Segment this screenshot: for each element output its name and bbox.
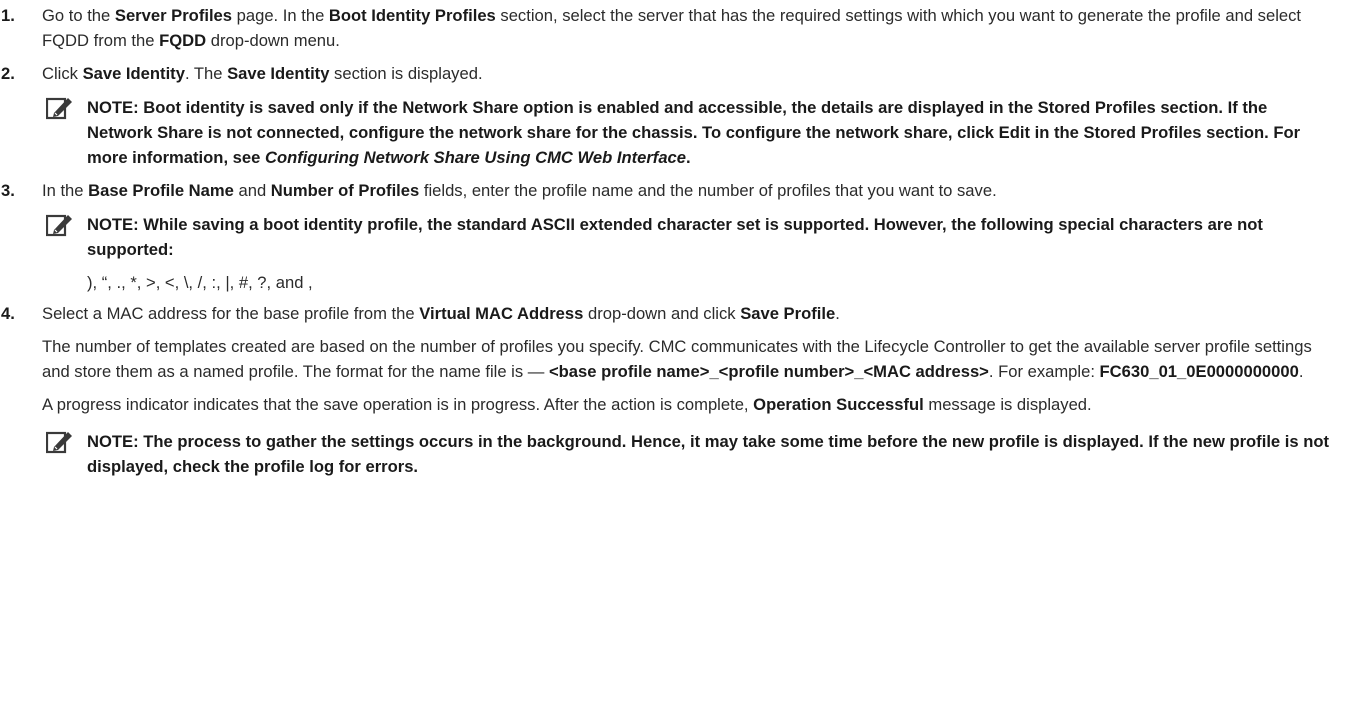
ui-label: Base Profile Name — [88, 181, 234, 200]
ui-label: Save Identity — [82, 64, 185, 83]
step-number: 2. — [1, 64, 15, 83]
cross-reference: Configuring Network Share Using CMC Web … — [264, 148, 687, 167]
text-run: message is displayed. — [923, 395, 1092, 414]
step-2: 2. Click Save Identity. The Save Identit… — [0, 61, 1351, 170]
step-number: 3. — [1, 181, 15, 200]
step-text: Click Save Identity. The Save Identity s… — [42, 61, 1331, 86]
text-run: and — [233, 181, 271, 200]
text-run: Select a MAC address for the base profil… — [42, 304, 420, 323]
step-text: Select a MAC address for the base profil… — [42, 301, 1331, 326]
ui-label: Save Profile — [740, 304, 836, 323]
paragraph-progress: A progress indicator indicates that the … — [42, 392, 1331, 417]
text-run: section is displayed. — [329, 64, 483, 83]
text-run: page. In the — [232, 6, 329, 25]
ui-label: Virtual MAC Address — [419, 304, 584, 323]
special-characters: ), “, ., *, >, <, \, /, :, |, #, ?, and … — [87, 273, 313, 292]
ui-label: Number of Profiles — [270, 181, 420, 200]
text-run: . The — [184, 64, 228, 83]
text-run: drop-down menu. — [206, 31, 340, 50]
step-text: Go to the Server Profiles page. In the B… — [42, 3, 1331, 53]
step-3: 3. In the Base Profile Name and Number o… — [0, 178, 1351, 295]
ui-label: Save Identity — [227, 64, 330, 83]
pencil-note-icon — [46, 97, 72, 120]
text-run: . For example: — [988, 362, 1100, 381]
step-1: 1. Go to the Server Profiles page. In th… — [0, 3, 1351, 53]
step-text: In the Base Profile Name and Number of P… — [42, 178, 1331, 203]
text-run: drop-down and click — [583, 304, 741, 323]
note-text: NOTE: The process to gather the settings… — [87, 432, 1330, 476]
document-body: 1. Go to the Server Profiles page. In th… — [0, 0, 1351, 479]
text-run: . — [835, 304, 840, 323]
text-run: In the — [42, 181, 89, 200]
ui-label: FQDD — [159, 31, 207, 50]
text-run: fields, enter the profile name and the n… — [419, 181, 997, 200]
pencil-note-icon — [46, 214, 72, 237]
note-block: NOTE: While saving a boot identity profi… — [42, 212, 1331, 262]
ui-label: Operation Successful — [753, 395, 924, 414]
step-number: 4. — [1, 304, 15, 323]
text-run: A progress indicator indicates that the … — [42, 395, 754, 414]
note-text: NOTE: Boot identity is saved only if the… — [87, 95, 1331, 170]
text-run: Go to the — [42, 6, 115, 25]
text-run: . — [1298, 362, 1304, 381]
ui-label: Server Profiles — [114, 6, 233, 25]
text-run: Click — [42, 64, 83, 83]
note-block: NOTE: The process to gather the settings… — [42, 429, 1331, 479]
paragraph-templates: The number of templates created are base… — [42, 334, 1331, 384]
text-run: . — [686, 148, 691, 167]
step-number: 1. — [1, 6, 15, 25]
ui-label: Boot Identity Profiles — [328, 6, 496, 25]
step-4: 4. Select a MAC address for the base pro… — [0, 301, 1351, 479]
format-string: <base profile name>_<profile number>_<MA… — [548, 362, 989, 381]
note-block: NOTE: Boot identity is saved only if the… — [42, 95, 1331, 170]
note-text: NOTE: While saving a boot identity profi… — [87, 215, 1263, 259]
example-name: FC630_01_0E0000000000 — [1099, 362, 1299, 381]
pencil-note-icon — [46, 431, 72, 454]
